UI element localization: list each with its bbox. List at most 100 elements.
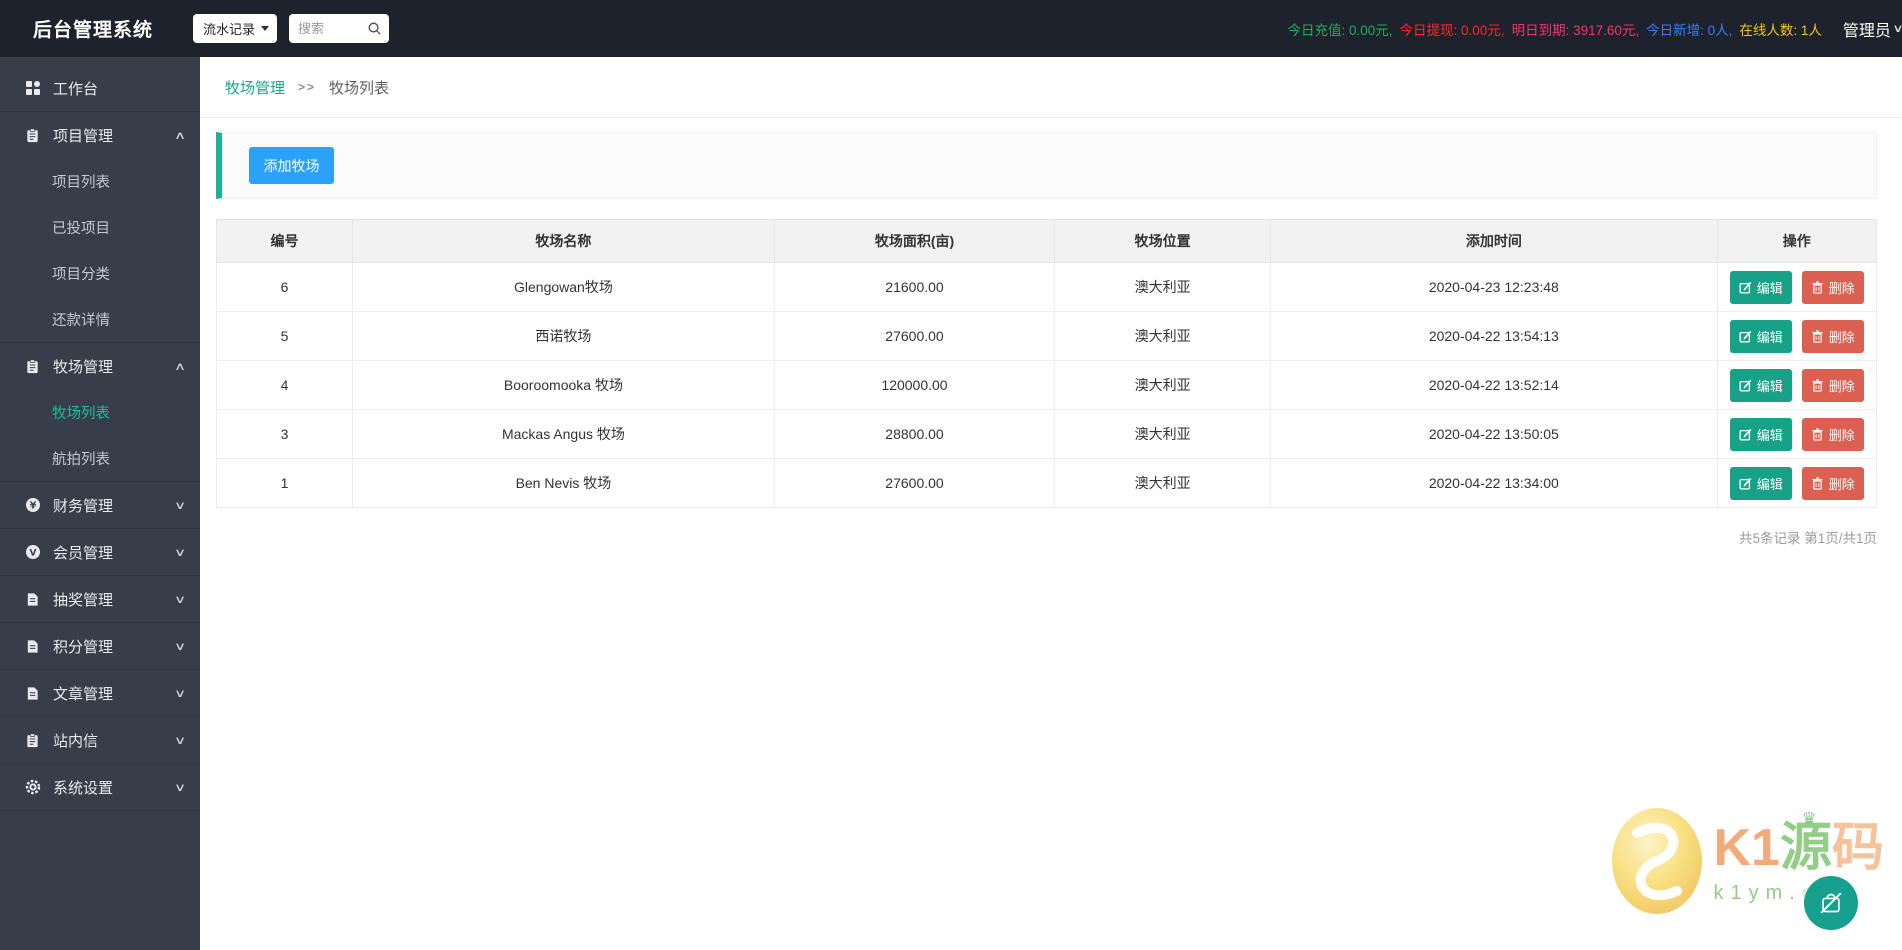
chevron-down-icon: ∨ [174,546,186,559]
table-body: 6Glengowan牧场21600.00澳大利亚2020-04-23 12:23… [217,263,1877,508]
delete-button[interactable]: 删除 [1802,467,1864,500]
edit-icon [1739,281,1752,294]
main-content: 添加牧场 编号牧场名称牧场面积(亩)牧场位置添加时间操作 6Glengowan牧… [200,118,1902,950]
table-row: 3Mackas Angus 牧场28800.00澳大利亚2020-04-22 1… [217,410,1877,459]
cell-name: Booroomooka 牧场 [353,361,775,410]
stat-item: 今日充值: 0.00元, [1288,19,1393,39]
cell-name: Ben Nevis 牧场 [353,459,775,508]
chevron-down-icon: ∨ [1892,22,1902,35]
breadcrumb-parent-link[interactable]: 牧场管理 [225,77,285,98]
cell-location: 澳大利亚 [1055,410,1271,459]
sidebar-item[interactable]: 文章管理∨ [0,670,200,716]
edit-button[interactable]: 编辑 [1730,271,1792,304]
stat-item: 明日到期: 3917.60元, [1512,19,1640,39]
table-header-row: 编号牧场名称牧场面积(亩)牧场位置添加时间操作 [217,220,1877,263]
sidebar-item-label: 系统设置 [53,777,113,798]
sidebar-item[interactable]: 系统设置∨ [0,764,200,810]
cell-time: 2020-04-22 13:34:00 [1271,459,1718,508]
trash-icon [1811,428,1824,441]
stat-item: 今日新增: 0人, [1646,19,1732,39]
gear-icon [25,779,42,796]
chevron-down-icon: ∨ [174,687,186,700]
sidebar-item-label: 工作台 [53,78,98,99]
add-pasture-button[interactable]: 添加牧场 [249,147,334,184]
cell-area: 27600.00 [774,312,1055,361]
cell-location: 澳大利亚 [1055,312,1271,361]
file-icon [25,591,42,608]
sidebar-subitem[interactable]: 已投项目 [0,204,200,250]
sidebar-item-label: 积分管理 [53,636,113,657]
sidebar-subitem[interactable]: 还款详情 [0,296,200,342]
cell-location: 澳大利亚 [1055,263,1271,312]
app-title: 后台管理系统 [33,15,153,42]
sidebar-item[interactable]: 抽奖管理∨ [0,576,200,622]
table-row: 1Ben Nevis 牧场27600.00澳大利亚2020-04-22 13:3… [217,459,1877,508]
search-box[interactable] [289,14,389,43]
cell-name: 西诺牧场 [353,312,775,361]
search-input[interactable] [298,21,362,36]
delete-button[interactable]: 删除 [1802,418,1864,451]
column-header: 编号 [217,220,353,263]
column-header: 牧场名称 [353,220,775,263]
delete-button[interactable]: 删除 [1802,369,1864,402]
sidebar-nav: 工作台项目管理∧项目列表已投项目项目分类还款详情牧场管理∧牧场列表航拍列表¥财务… [0,57,200,950]
cell-area: 21600.00 [774,263,1055,312]
table-row: 4Booroomooka 牧场120000.00澳大利亚2020-04-22 1… [217,361,1877,410]
chevron-up-icon: ∧ [174,360,186,373]
cell-area: 28800.00 [774,410,1055,459]
cell-actions: 编辑删除 [1717,459,1876,508]
cell-time: 2020-04-22 13:54:13 [1271,312,1718,361]
sidebar-subitem[interactable]: 航拍列表 [0,435,200,481]
sidebar-subitem[interactable]: 项目分类 [0,250,200,296]
trash-icon [1811,477,1824,490]
column-header: 操作 [1717,220,1876,263]
cell-id: 5 [217,312,353,361]
column-header: 添加时间 [1271,220,1718,263]
edit-button[interactable]: 编辑 [1730,418,1792,451]
breadcrumb-current: 牧场列表 [329,77,389,98]
edit-button[interactable]: 编辑 [1730,369,1792,402]
member-icon: V [25,544,42,561]
cell-name: Mackas Angus 牧场 [353,410,775,459]
trash-icon [1811,281,1824,294]
delete-button[interactable]: 删除 [1802,320,1864,353]
sidebar-item-label: 站内信 [53,730,98,751]
edit-icon [1739,477,1752,490]
cell-id: 3 [217,410,353,459]
search-icon[interactable] [367,21,382,36]
edit-icon [1739,330,1752,343]
cell-location: 澳大利亚 [1055,459,1271,508]
delete-button[interactable]: 删除 [1802,271,1864,304]
breadcrumb-separator: >> [298,80,316,94]
sidebar-item[interactable]: V会员管理∨ [0,529,200,575]
trash-icon [1811,330,1824,343]
sidebar-item-label: 财务管理 [53,495,113,516]
clipboard-icon [25,732,42,749]
clipboard-icon [25,358,42,375]
module-select[interactable]: 流水记录 [193,14,277,43]
sidebar-item[interactable]: 站内信∨ [0,717,200,763]
sidebar-subitem[interactable]: 牧场列表 [0,389,200,435]
sidebar-item[interactable]: 项目管理∧ [0,112,200,158]
chevron-up-icon: ∧ [174,129,186,142]
file-icon [25,638,42,655]
sidebar-item[interactable]: 牧场管理∧ [0,343,200,389]
cell-id: 1 [217,459,353,508]
cell-area: 120000.00 [774,361,1055,410]
file-icon [25,685,42,702]
column-header: 牧场位置 [1055,220,1271,263]
cell-location: 澳大利亚 [1055,361,1271,410]
cell-id: 4 [217,361,353,410]
cell-actions: 编辑删除 [1717,312,1876,361]
sidebar-subitem[interactable]: 项目列表 [0,158,200,204]
cell-area: 27600.00 [774,459,1055,508]
chevron-down-icon: ∨ [174,640,186,653]
sidebar-item[interactable]: 积分管理 ∨ [0,623,200,669]
sidebar-item[interactable]: 工作台 [0,65,200,111]
no-bag-badge-button[interactable] [1804,876,1858,930]
edit-button[interactable]: 编辑 [1730,320,1792,353]
cell-actions: 编辑删除 [1717,263,1876,312]
sidebar-item[interactable]: ¥财务管理∨ [0,482,200,528]
admin-user-menu[interactable]: 管理员 ∨ [1843,17,1902,41]
edit-button[interactable]: 编辑 [1730,467,1792,500]
